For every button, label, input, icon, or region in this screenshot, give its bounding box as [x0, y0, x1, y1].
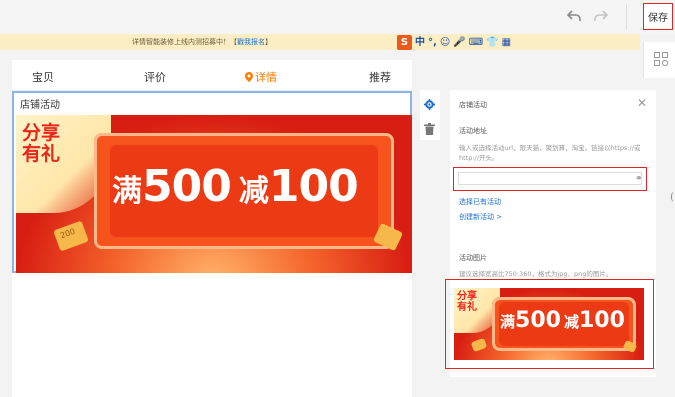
- ime-keyboard-icon[interactable]: ⌨: [469, 35, 483, 50]
- notice-end: 】: [265, 38, 272, 46]
- activity-url-field[interactable]: ⚭: [453, 167, 647, 192]
- thumb-deal-text: 满 500 减 100: [500, 308, 625, 333]
- toolbar-divider: [626, 4, 627, 30]
- ime-emoji-icon[interactable]: ☺: [440, 35, 450, 50]
- tab-item[interactable]: 宝贝: [32, 69, 54, 85]
- module-actions: [420, 90, 440, 140]
- select-existing-activity-link[interactable]: 选择已有活动: [459, 197, 501, 207]
- ime-skin-icon[interactable]: 👕: [486, 35, 498, 50]
- save-button[interactable]: 保存: [643, 3, 673, 30]
- store-activity-module[interactable]: 店铺活动 分享 有礼 满 500 减 100 200: [12, 91, 412, 273]
- detail-tabs: 宝贝 评价 详情 推荐: [12, 60, 412, 91]
- thumb-deal-mid: 减: [563, 313, 579, 331]
- notice-message: 详情智能装修上线内测招募中！【: [132, 38, 237, 46]
- redo-icon[interactable]: [593, 8, 609, 24]
- create-new-activity-link[interactable]: 创建新活动 >: [459, 212, 502, 222]
- top-toolbar: 保存: [0, 0, 675, 34]
- ime-logo-icon[interactable]: S: [397, 35, 412, 50]
- module-title: 店铺活动: [20, 100, 60, 111]
- activity-image-hint: 建议选择宽高比750:360，格式为jpg、png的图片。: [459, 270, 613, 278]
- ime-toolbar: S 中 °, ☺ 🎤 ⌨ 👕 ▦: [397, 35, 511, 50]
- activity-url-hint: 输入或选择活动url，限天猫，聚划算，淘宝。链接以https://或http:/…: [459, 144, 641, 162]
- notice-text: 详情智能装修上线内测招募中！【戳我报名】: [132, 37, 272, 47]
- module-grid-icon[interactable]: [654, 52, 668, 66]
- scroll-edge-icon: (: [670, 192, 674, 203]
- activity-image-label: 活动图片: [459, 254, 487, 262]
- deal-amount: 500: [142, 161, 232, 212]
- activity-url-label: 活动地址: [459, 127, 487, 135]
- ime-chinese-mode[interactable]: 中: [415, 35, 425, 50]
- activity-url-input[interactable]: [459, 181, 619, 192]
- ime-punctuation-icon[interactable]: °,: [428, 35, 437, 50]
- activity-image-frame[interactable]: 分享 有礼 满 500 减 100: [445, 279, 654, 369]
- activity-banner: 分享 有礼 满 500 减 100 200: [16, 115, 412, 273]
- notice-bar: 详情智能装修上线内测招募中！【戳我报名】: [0, 34, 640, 50]
- activity-url-input-box[interactable]: ⚭: [458, 172, 643, 192]
- trash-icon[interactable]: [424, 120, 435, 139]
- tab-reviews[interactable]: 评价: [144, 69, 166, 85]
- panel-title: 店铺活动: [459, 101, 487, 109]
- gift-text: 分享 有礼: [22, 122, 61, 165]
- undo-icon[interactable]: [566, 8, 582, 24]
- deal-discount: 100: [268, 161, 359, 212]
- side-tool-panel: [643, 42, 675, 78]
- thumb-deal-discount: 100: [578, 308, 625, 333]
- thumb-deal-amount: 500: [515, 308, 561, 333]
- preview-canvas: 宝贝 评价 详情 推荐 店铺活动 分享 有礼 满 500 减 100 200: [12, 60, 412, 397]
- activity-image-thumbnail[interactable]: 分享 有礼 满 500 减 100: [454, 288, 644, 360]
- ime-toolbox-icon[interactable]: ▦: [502, 35, 511, 50]
- deal-prefix: 满: [112, 174, 142, 209]
- settings-panel: 店铺活动 ✕ 活动地址 输入或选择活动url，限天猫，聚划算，淘宝。链接以htt…: [445, 90, 656, 377]
- gear-icon[interactable]: [424, 95, 435, 114]
- notice-signup-link[interactable]: 戳我报名: [237, 38, 265, 46]
- tab-details-label: 详情: [255, 71, 277, 84]
- deal-mid: 减: [238, 174, 269, 209]
- tab-details[interactable]: 详情: [245, 69, 277, 85]
- tab-recommend[interactable]: 推荐: [369, 69, 391, 85]
- link-icon[interactable]: ⚭: [635, 174, 643, 184]
- thumb-gift-text: 分享 有礼: [457, 291, 477, 313]
- ime-voice-icon[interactable]: 🎤: [453, 35, 465, 50]
- deal-text: 满 500 减 100: [112, 161, 359, 212]
- thumb-deal-prefix: 满: [500, 313, 516, 331]
- location-pin-icon: [245, 72, 253, 82]
- close-icon[interactable]: ✕: [637, 96, 647, 110]
